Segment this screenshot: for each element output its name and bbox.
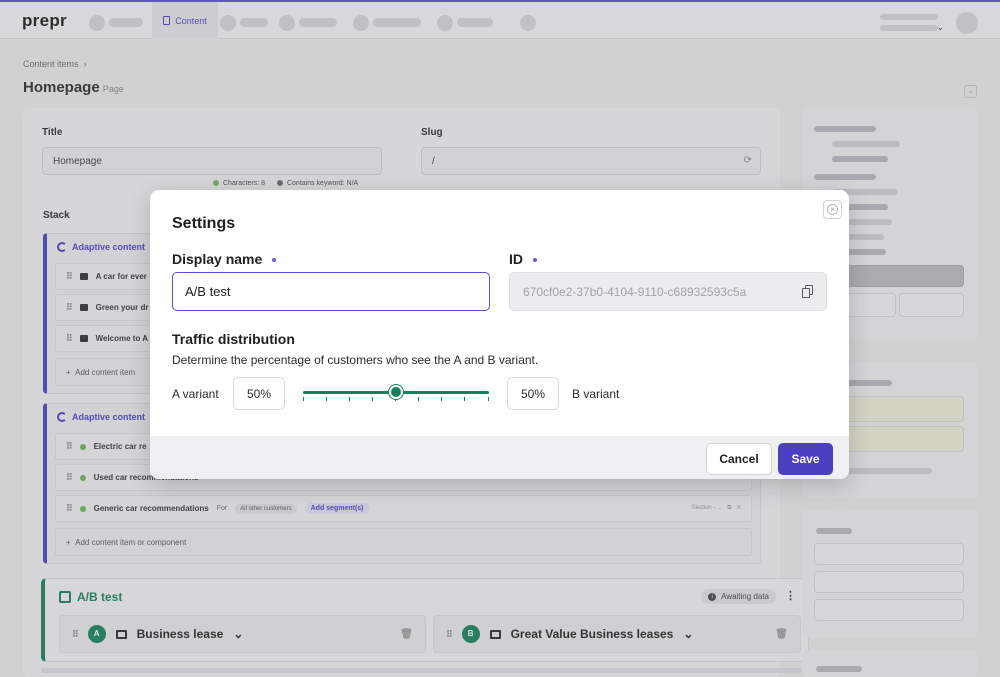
- slider-tick: [441, 397, 442, 401]
- slider-thumb[interactable]: [389, 385, 403, 399]
- traffic-distribution-description: Determine the percentage of customers wh…: [172, 353, 539, 367]
- close-icon: ×: [827, 204, 838, 215]
- slider-tick: [464, 397, 465, 401]
- slider-tick: [372, 397, 373, 401]
- required-indicator-icon: [533, 258, 537, 263]
- dialog-title: Settings: [172, 215, 236, 232]
- id-field[interactable]: [509, 272, 827, 311]
- a-variant-label: A variant: [172, 387, 219, 401]
- settings-dialog: Settings × Display name ID Traffic distr…: [150, 190, 849, 479]
- id-label-text: ID: [509, 251, 523, 267]
- slider-tick: [418, 397, 419, 401]
- traffic-distribution-title: Traffic distribution: [172, 331, 295, 347]
- id-label: ID: [509, 251, 537, 267]
- b-variant-percentage-input[interactable]: 50%: [507, 377, 559, 410]
- save-button[interactable]: Save: [778, 443, 833, 475]
- display-name-label: Display name: [172, 251, 277, 267]
- slider-tick: [326, 397, 327, 401]
- b-variant-label: B variant: [572, 387, 620, 401]
- a-variant-percentage-input[interactable]: 50%: [233, 377, 285, 410]
- traffic-slider[interactable]: [303, 383, 489, 405]
- copy-icon[interactable]: [802, 285, 814, 298]
- display-name-input[interactable]: [172, 272, 490, 311]
- slider-tick: [349, 397, 350, 401]
- close-button[interactable]: ×: [823, 200, 842, 219]
- required-indicator-icon: [272, 258, 277, 263]
- cancel-button[interactable]: Cancel: [706, 443, 772, 475]
- slider-tick: [488, 397, 489, 401]
- display-name-label-text: Display name: [172, 251, 263, 267]
- slider-tick: [303, 397, 304, 401]
